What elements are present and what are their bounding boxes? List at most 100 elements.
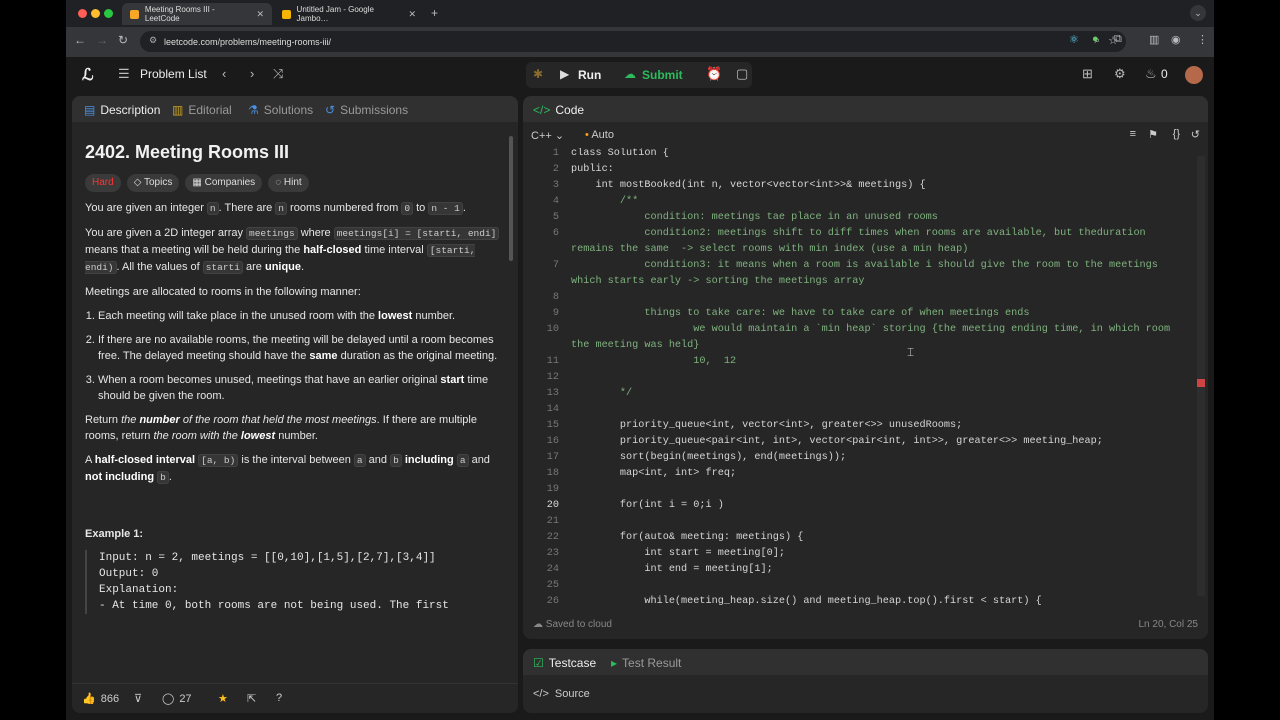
tab-test-result[interactable]: ▸ Test Result bbox=[611, 656, 681, 670]
leetcode-logo-icon[interactable]: ℒ bbox=[82, 65, 94, 85]
chevron-down-icon: ⌄ bbox=[554, 130, 565, 142]
bold-text: not including bbox=[85, 471, 155, 483]
thumbs-up-icon: 👍 bbox=[82, 693, 96, 705]
problem-title[interactable]: 2402. Meeting Rooms III bbox=[85, 140, 505, 164]
text: . All the values of bbox=[116, 261, 203, 273]
description-scrollbar[interactable] bbox=[509, 136, 513, 261]
like-button[interactable]: 👍 866 bbox=[82, 692, 119, 706]
example-block: Input: n = 2, meetings = [[0,10],[1,5],[… bbox=[85, 550, 505, 614]
problem-list-link[interactable]: Problem List bbox=[140, 67, 207, 81]
tab-editorial[interactable]: ▥ Editorial bbox=[172, 103, 232, 117]
streak-flame-icon[interactable]: ♨ bbox=[1145, 66, 1157, 82]
back-icon[interactable]: ← bbox=[74, 33, 86, 47]
close-tab-icon[interactable]: ✕ bbox=[256, 9, 264, 20]
tab-solutions[interactable]: ⚗ Solutions bbox=[248, 103, 313, 117]
bold-text: start bbox=[440, 374, 465, 386]
hint-chip[interactable]: ◌ Hint bbox=[268, 174, 309, 192]
side-panel-icon[interactable]: ▥ bbox=[1149, 33, 1159, 46]
paragraph-3: Meetings are allocated to rooms in the f… bbox=[85, 286, 361, 298]
editor-scrollbar[interactable] bbox=[1197, 156, 1205, 596]
new-tab-icon[interactable]: + bbox=[431, 6, 438, 20]
forward-icon[interactable]: → bbox=[96, 33, 108, 47]
scroll-marker bbox=[1197, 379, 1205, 387]
editorial-icon: ▥ bbox=[172, 103, 184, 117]
minimize-window-button[interactable] bbox=[91, 9, 100, 18]
line-number: 11 bbox=[546, 356, 559, 367]
line-number: 4 bbox=[552, 196, 559, 207]
notes-icon[interactable]: ▢ bbox=[736, 66, 748, 82]
code-header: </> Code bbox=[523, 96, 1208, 122]
favorite-star-icon[interactable]: ★ bbox=[218, 692, 228, 705]
comments-button[interactable]: ◯ 27 bbox=[162, 692, 192, 706]
chrome-menu-icon[interactable]: ⋮ bbox=[1197, 33, 1208, 46]
code-line: priority_queue<pair<int, int>, vector<pa… bbox=[571, 436, 1103, 447]
next-problem-icon[interactable]: › bbox=[250, 66, 254, 81]
code-line: for(auto& meeting: meetings) { bbox=[571, 532, 804, 543]
code-editor[interactable]: 1 class Solution {2 public: 3 int mostBooke… bbox=[523, 148, 1208, 608]
prev-problem-icon[interactable]: ‹ bbox=[222, 66, 226, 81]
timer-icon[interactable]: ⏰ bbox=[706, 66, 722, 82]
help-icon[interactable]: ? bbox=[276, 692, 282, 704]
react-extension-icon[interactable]: ⚛ bbox=[1069, 33, 1079, 46]
settings-gear-icon[interactable]: ⚙ bbox=[1114, 66, 1126, 82]
dislike-button[interactable]: ⊽ bbox=[134, 692, 142, 705]
code-line: while(meeting_heap.size() and meeting_he… bbox=[571, 596, 1042, 607]
tab-strip: Meeting Rooms III - LeetCode ✕ Untitled … bbox=[66, 0, 1214, 27]
topics-chip[interactable]: ◇ Topics bbox=[126, 174, 180, 192]
browser-tab-leetcode[interactable]: Meeting Rooms III - LeetCode ✕ bbox=[122, 3, 272, 25]
url-bar[interactable]: ⚙ leetcode.com/problems/meeting-rooms-ii… bbox=[140, 31, 1126, 52]
code-line: we would maintain a `min heap` storing {… bbox=[571, 324, 1171, 335]
tab-testcase[interactable]: ☑ Testcase bbox=[533, 656, 596, 670]
browser-tab-jamboard[interactable]: Untitled Jam - Google Jambo… ✕ bbox=[274, 3, 424, 25]
layout-icon[interactable]: ⊞ bbox=[1082, 66, 1093, 82]
line-number: 13 bbox=[546, 388, 559, 399]
code-line: for(int i = 0;i ) bbox=[571, 500, 724, 511]
line-number: 2 bbox=[552, 164, 559, 175]
inline-code: meetings[i] = [starti, endi] bbox=[333, 227, 500, 240]
submit-button[interactable]: Submit bbox=[642, 68, 683, 82]
close-tab-icon[interactable]: ✕ bbox=[408, 9, 416, 20]
extensions-puzzle-icon[interactable]: ⧉ bbox=[1114, 33, 1122, 46]
avatar[interactable] bbox=[1185, 66, 1203, 84]
code-line: int start = meeting[0]; bbox=[571, 548, 785, 559]
braces-icon[interactable]: {} bbox=[1173, 128, 1180, 140]
tab-submissions[interactable]: ↺ Submissions bbox=[325, 103, 408, 117]
close-window-button[interactable] bbox=[78, 9, 87, 18]
code-line: 10, 12 bbox=[571, 356, 737, 367]
debug-bug-icon[interactable]: ✱ bbox=[533, 67, 543, 81]
inline-code: starti bbox=[202, 261, 243, 274]
line-number: 23 bbox=[546, 548, 559, 559]
screen: Meeting Rooms III - LeetCode ✕ Untitled … bbox=[0, 0, 1280, 720]
format-icon[interactable]: ≡ bbox=[1130, 128, 1136, 140]
tab-label: Testcase bbox=[548, 656, 597, 670]
site-info-icon[interactable]: ⚙ bbox=[149, 35, 157, 46]
share-icon[interactable]: ⇱ bbox=[247, 692, 256, 705]
line-number: 6 bbox=[552, 228, 559, 239]
language-select[interactable]: C++ ⌄ bbox=[531, 129, 564, 142]
profile-icon[interactable]: ◉ bbox=[1171, 33, 1181, 46]
list-item: Each meeting will take place in the unus… bbox=[98, 308, 505, 324]
companies-chip[interactable]: ▦ Companies bbox=[185, 174, 263, 192]
shuffle-icon[interactable]: ⤨ bbox=[273, 66, 283, 82]
run-button[interactable]: Run bbox=[578, 68, 601, 82]
line-number: 9 bbox=[552, 308, 559, 319]
text: and bbox=[365, 454, 391, 466]
description-panel: ▤ Description ▥ Editorial ⚗ Solutions ↺ Subm… bbox=[72, 96, 518, 713]
line-number: 14 bbox=[546, 404, 559, 415]
extension-icon[interactable]: ● bbox=[1092, 33, 1099, 45]
tag-icon: ◇ bbox=[133, 177, 142, 188]
bookmark-icon[interactable]: ⚑ bbox=[1148, 128, 1158, 141]
browser-chrome: Meeting Rooms III - LeetCode ✕ Untitled … bbox=[66, 0, 1214, 57]
list-item: If there are no available rooms, the mee… bbox=[98, 332, 505, 364]
code-tab[interactable]: </> Code bbox=[533, 103, 584, 117]
text: of the room that held the most meetings bbox=[179, 414, 377, 426]
tab-label: Editorial bbox=[188, 103, 232, 117]
tab-search-icon[interactable]: ⌄ bbox=[1190, 5, 1206, 21]
tab-label: Description bbox=[100, 103, 161, 117]
tab-description[interactable]: ▤ Description bbox=[84, 103, 160, 117]
maximize-window-button[interactable] bbox=[104, 9, 113, 18]
reset-icon[interactable]: ↺ bbox=[1191, 128, 1200, 141]
auto-mode[interactable]: • Auto bbox=[585, 129, 614, 141]
reload-icon[interactable]: ↻ bbox=[118, 33, 128, 47]
source-row[interactable]: </> Source bbox=[533, 688, 590, 700]
